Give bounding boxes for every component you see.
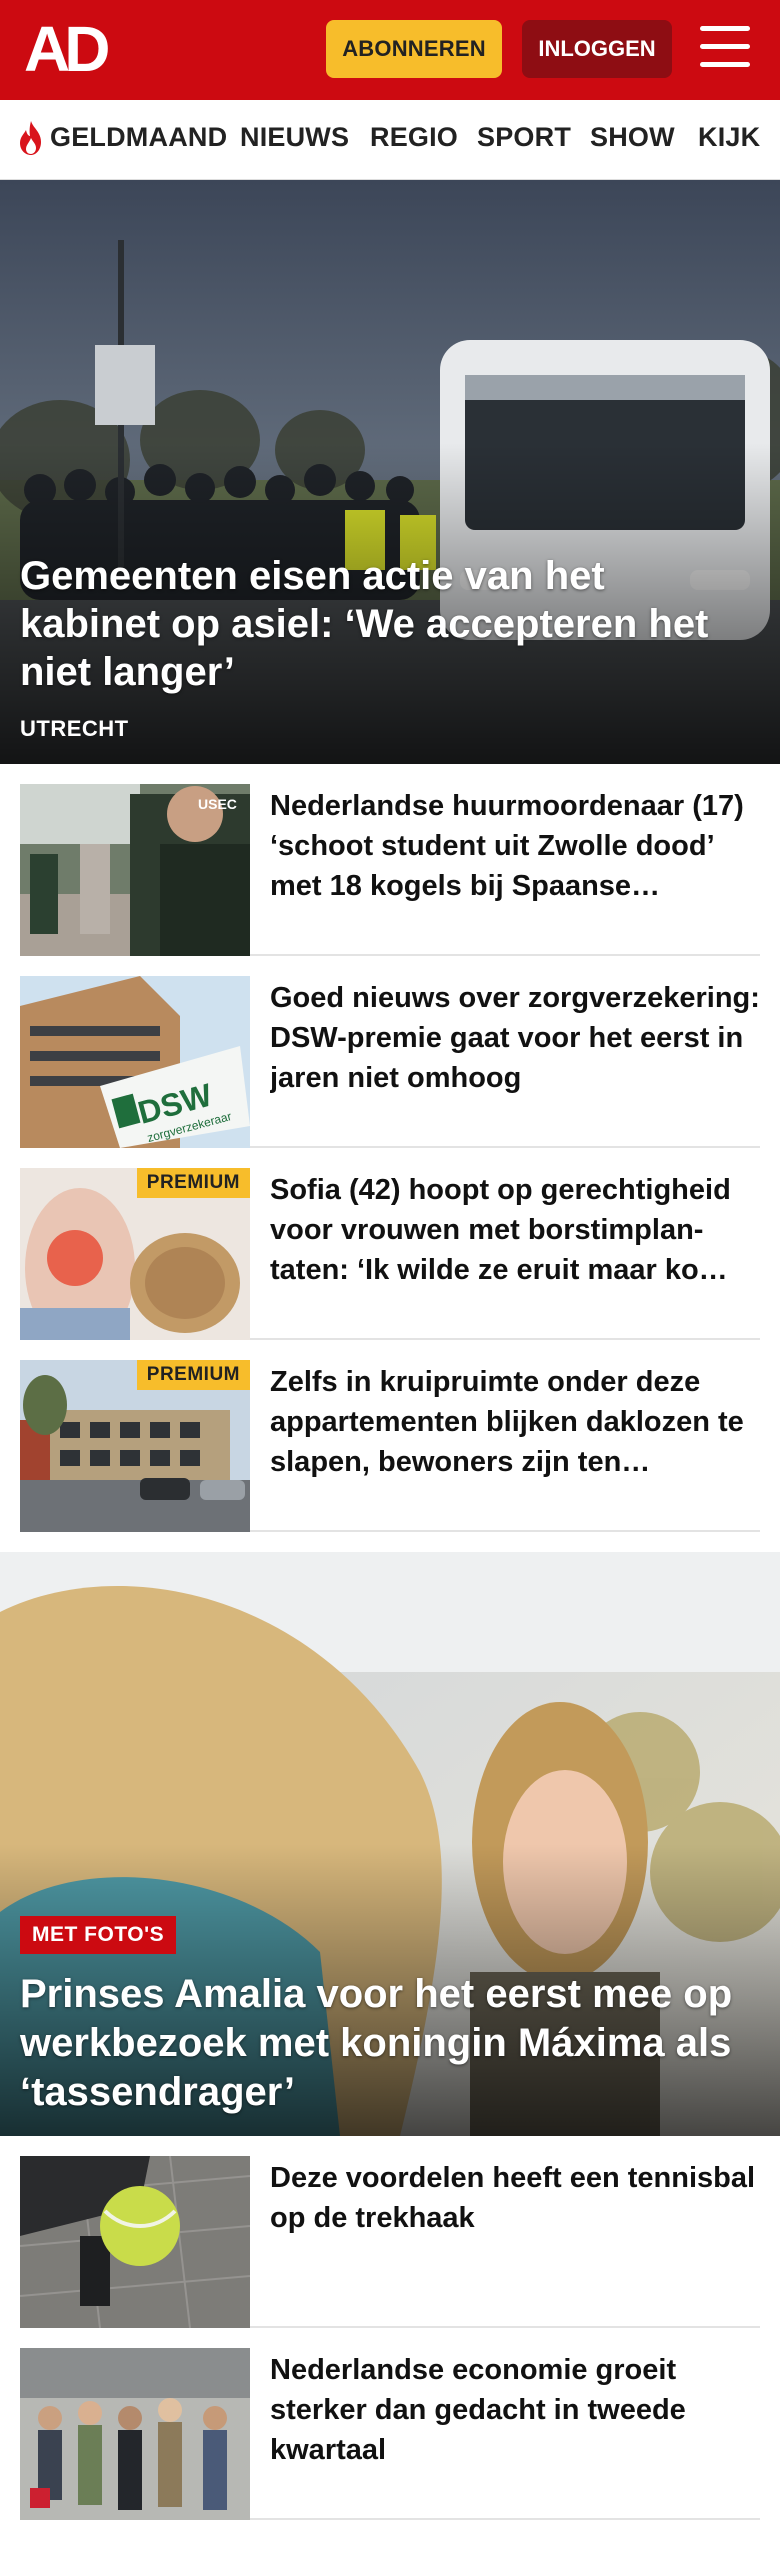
flame-icon xyxy=(20,121,41,155)
article-row[interactable]: PREMIUM Zelfs in kruipruimte onder deze … xyxy=(20,1340,760,1532)
nav-item-nieuws[interactable]: NIEUWS xyxy=(240,122,349,153)
met-fotos-badge: MET FOTO'S xyxy=(20,1916,177,1954)
article-row[interactable]: USEC Nederlandse huurmoordenaar (17) ‘sc… xyxy=(20,764,760,956)
article-title[interactable]: Deze voordelen heeft een tennisbal op de… xyxy=(270,2158,760,2238)
site-header: AD ABONNEREN INLOGGEN xyxy=(0,0,780,100)
article-title[interactable]: Sofia (42) hoopt op gerechtigheid voor v… xyxy=(270,1170,760,1290)
article-thumbnail: PREMIUM xyxy=(20,1360,250,1532)
article-row[interactable]: Deze voordelen heeft een tennisbal op de… xyxy=(20,2136,760,2328)
hamburger-menu-icon[interactable] xyxy=(700,26,750,72)
article-thumbnail: USEC xyxy=(20,784,250,956)
nav-item-show[interactable]: SHOW xyxy=(590,122,675,153)
article-thumbnail: DSW zorgverzekeraar xyxy=(20,976,250,1148)
article-title[interactable]: Zelfs in kruipruimte onder deze appartem… xyxy=(270,1362,760,1482)
nav-item-geldmaand[interactable]: GELDMAAND xyxy=(50,122,227,153)
section-nav: GELDMAAND NIEUWS REGIO SPORT SHOW KIJK xyxy=(0,100,780,180)
ad-logo[interactable]: AD xyxy=(24,17,120,81)
subscribe-button[interactable]: ABONNEREN xyxy=(326,20,502,78)
nav-item-sport[interactable]: SPORT xyxy=(477,122,571,153)
premium-badge: PREMIUM xyxy=(136,1168,250,1198)
nav-item-kijk[interactable]: KIJK xyxy=(698,122,760,153)
article-title[interactable]: Nederlandse economie groeit sterker dan … xyxy=(270,2350,760,2470)
logo-text: AD xyxy=(24,13,110,85)
article-row[interactable]: Nederlandse economie groeit sterker dan … xyxy=(20,2328,760,2520)
login-button[interactable]: INLOGGEN xyxy=(522,20,672,78)
hero-location: UTRECHT xyxy=(20,716,129,741)
article-thumbnail xyxy=(20,2156,250,2328)
hero-article[interactable]: Gemeenten eisen actie van het kabinet op… xyxy=(0,180,780,764)
article-row[interactable]: DSW zorgverzekeraar Goed nieuws over zor… xyxy=(20,956,760,1148)
hero-title[interactable]: Gemeenten eisen actie van het kabinet op… xyxy=(20,552,740,696)
article-row[interactable]: PREMIUM Sofia (42) hoopt op gerechtighei… xyxy=(20,1148,760,1340)
svg-text:USEC: USEC xyxy=(198,796,237,812)
article-thumbnail: PREMIUM xyxy=(20,1168,250,1340)
feature-title[interactable]: Prinses Amalia voor het eerst mee op wer… xyxy=(20,1970,760,2117)
premium-badge: PREMIUM xyxy=(136,1360,250,1390)
feature-article[interactable]: MET FOTO'S Prinses Amalia voor het eerst… xyxy=(0,1552,780,2136)
nav-item-regio[interactable]: REGIO xyxy=(370,122,458,153)
article-title[interactable]: Goed nieuws over zorgverzeke­ring: DSW-p… xyxy=(270,978,760,1098)
article-title[interactable]: Nederlandse huurmoordenaar (17) ‘schoot … xyxy=(270,786,760,906)
article-thumbnail xyxy=(20,2348,250,2520)
